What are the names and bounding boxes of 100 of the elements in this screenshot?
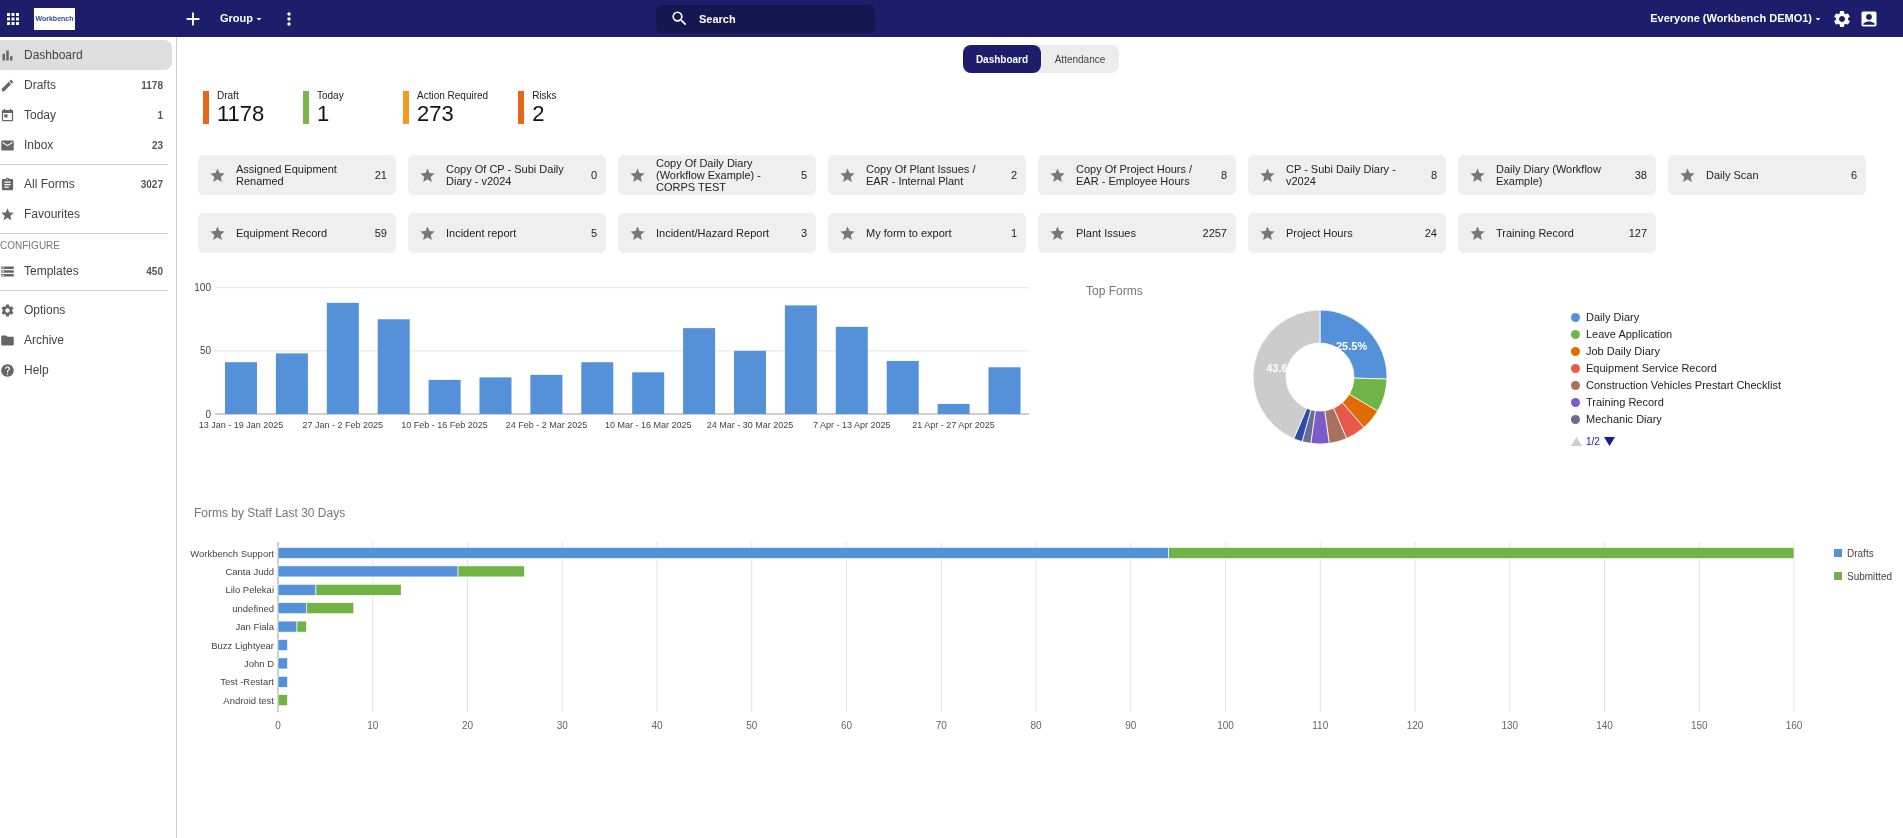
star-icon[interactable]: [839, 166, 856, 184]
nav-item[interactable]: Inbox 23: [0, 130, 172, 160]
form-shortcut-card[interactable]: Project Hours 24: [1248, 213, 1446, 253]
stat-value: 1178: [217, 102, 265, 126]
axis-label: 50: [199, 345, 211, 357]
axis-label: Workbench Support: [190, 547, 274, 559]
nav-item[interactable]: Dashboard: [0, 40, 172, 70]
axis-label: 24 Mar - 30 Mar 2025: [706, 420, 794, 430]
axis-label: John D: [243, 657, 274, 669]
slice-value-label: 25.5%: [1336, 340, 1368, 353]
bar-segment: [277, 676, 288, 688]
form-shortcut-card[interactable]: CP - Subi Daily Diary - v2024 8: [1248, 155, 1446, 195]
chart-bar: [530, 374, 563, 414]
form-shortcut-card[interactable]: My form to export 1: [828, 213, 1026, 253]
star-icon[interactable]: [1049, 224, 1066, 242]
bar-segment: [277, 657, 288, 670]
settings-icon[interactable]: [1832, 8, 1852, 29]
form-shortcut-card[interactable]: Daily Diary (Workflow Example) 38: [1458, 155, 1656, 195]
form-shortcut-card[interactable]: Assigned Equipment Renamed 21: [198, 155, 396, 195]
star-icon[interactable]: [209, 166, 226, 184]
stat-value: 2: [532, 102, 546, 126]
star-icon[interactable]: [419, 224, 436, 242]
form-count: 3: [800, 227, 807, 239]
form-count: 8: [1430, 169, 1437, 181]
next-page-icon[interactable]: [1603, 437, 1615, 446]
form-shortcut-card[interactable]: Training Record 127: [1458, 213, 1656, 253]
axis-label: Canta Judd: [225, 565, 274, 577]
section-heading: CONFIGURE: [0, 239, 61, 253]
form-count: 127: [1628, 227, 1647, 239]
axis-label: 50: [746, 719, 758, 731]
axis-label: 120: [1406, 719, 1424, 731]
form-shortcut-card[interactable]: Daily Scan 6: [1668, 155, 1866, 195]
search-field[interactable]: Search: [656, 4, 875, 33]
form-count: 0: [590, 169, 597, 181]
axis-label: Buzz Lightyear: [211, 639, 274, 651]
form-shortcut-card[interactable]: Copy Of Plant Issues / EAR - Internal Plant 2: [828, 155, 1026, 195]
stat-label: Draft: [217, 89, 240, 102]
axis-label: 27 Jan - 2 Feb 2025: [302, 420, 384, 430]
nav-item[interactable]: Options: [0, 295, 172, 325]
axis-label: 7 Apr - 13 Apr 2025: [813, 420, 891, 430]
star-icon[interactable]: [629, 224, 646, 242]
nav-item[interactable]: Drafts 1178: [0, 70, 172, 100]
axis-label: 0: [205, 408, 211, 420]
chart-bar: [988, 367, 1021, 414]
nav-count: 1: [157, 108, 163, 123]
nav-item[interactable]: All Forms 3027: [0, 169, 172, 199]
axis-label: Android test: [223, 694, 274, 706]
nav-item[interactable]: Templates 450: [0, 256, 172, 286]
axis-label: Lilo Pelekai: [225, 584, 274, 596]
settings-icon: [0, 302, 15, 318]
star-icon[interactable]: [1049, 166, 1066, 184]
axis-label: 30: [556, 719, 568, 731]
form-shortcut-card[interactable]: Copy Of Daily Diary (Workflow Example) - CORPS TEST 5: [618, 155, 816, 195]
calendar-icon: [0, 107, 15, 123]
legend-label: Leave Application: [1586, 327, 1673, 343]
axis-label: 100: [1217, 719, 1234, 731]
nav-item[interactable]: Archive: [0, 325, 172, 355]
star-icon[interactable]: [419, 166, 436, 184]
form-shortcut-card[interactable]: Incident report 5: [408, 213, 606, 253]
star-icon[interactable]: [1679, 166, 1696, 184]
star-icon[interactable]: [1469, 224, 1486, 242]
form-count: 21: [374, 169, 387, 181]
nav-item[interactable]: Help: [0, 355, 172, 385]
view-tab[interactable]: Attendance: [1041, 45, 1119, 73]
nav-item[interactable]: Favourites: [0, 199, 172, 229]
axis-label: 130: [1501, 719, 1519, 731]
bar-segment: [277, 639, 288, 651]
nav-item[interactable]: Today 1: [0, 100, 172, 130]
chart-title: Top Forms: [1086, 284, 1144, 298]
chart-bar: [937, 403, 970, 414]
star-icon[interactable]: [209, 224, 226, 242]
clipboard-icon: [0, 176, 15, 192]
form-shortcut-card[interactable]: Copy Of Project Hours / EAR - Employee Hours 8: [1038, 155, 1236, 195]
form-shortcut-card[interactable]: Incident/Hazard Report 3: [618, 213, 816, 253]
chart-bar: [275, 353, 308, 414]
view-tab[interactable]: Dashboard: [963, 45, 1041, 73]
chart-bar: [632, 372, 665, 414]
account-menu-button[interactable]: Everyone (Workbench DEMO1): [1650, 10, 1824, 27]
star-icon[interactable]: [1259, 224, 1276, 242]
star-icon[interactable]: [839, 224, 856, 242]
chart-bar: [225, 362, 257, 414]
form-count: 8: [1220, 169, 1227, 181]
axis-label: 160: [1785, 719, 1803, 731]
nav-count: 23: [151, 138, 163, 153]
star-icon[interactable]: [629, 166, 646, 184]
axis-label: 21 Apr - 27 Apr 2025: [912, 420, 995, 430]
stat-value: 1: [317, 102, 331, 126]
axis-label: 110: [1312, 719, 1329, 731]
legend-label: Mechanic Diary: [1586, 412, 1662, 428]
axis-label: undefined: [232, 602, 274, 614]
legend-label: Construction Vehicles Prestart Checklist: [1586, 378, 1782, 394]
star-icon[interactable]: [1469, 166, 1486, 184]
form-shortcut-card[interactable]: Copy Of CP - Subi Daily Diary - v2024 0: [408, 155, 606, 195]
form-shortcut-card[interactable]: Plant Issues 2257: [1038, 213, 1236, 253]
form-shortcut-card[interactable]: Equipment Record 59: [198, 213, 396, 253]
axis-label: 100: [194, 282, 211, 294]
group-menu-button[interactable]: Group: [220, 10, 265, 27]
axis-label: 150: [1690, 719, 1708, 731]
star-icon[interactable]: [1259, 166, 1276, 184]
nav-count: 1178: [141, 78, 163, 93]
